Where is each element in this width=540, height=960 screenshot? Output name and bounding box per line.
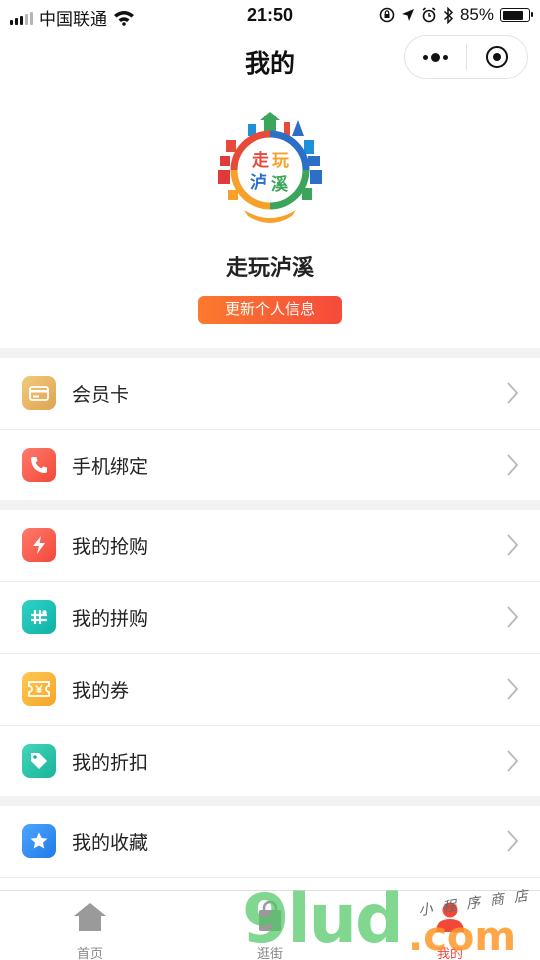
status-bar: 中国联通 21:50 85%	[0, 0, 540, 30]
svg-text:泸: 泸	[250, 173, 267, 193]
shopping-bag-icon	[259, 901, 281, 931]
profile-name: 走玩泸溪	[225, 255, 314, 280]
orientation-lock-icon	[379, 7, 395, 23]
tab-mine[interactable]: 我的	[360, 891, 540, 960]
close-miniprogram-button[interactable]	[467, 36, 528, 78]
battery-icon	[500, 8, 533, 22]
menu-item-phone-binding[interactable]: 手机绑定	[0, 430, 540, 501]
menu-item-label: 我的拼购	[72, 609, 149, 630]
tab-label: 首页	[76, 946, 103, 960]
more-button[interactable]	[405, 36, 466, 78]
card-icon	[22, 376, 56, 410]
user-icon	[436, 902, 464, 932]
menu-item-favorites[interactable]: 我的收藏	[0, 806, 540, 877]
location-icon	[401, 9, 414, 21]
section-gap	[0, 796, 540, 806]
svg-text:溪: 溪	[271, 175, 289, 195]
menu-item-label: 我的折扣	[72, 753, 149, 774]
section-gap	[0, 500, 540, 510]
bluetooth-icon	[443, 6, 454, 24]
menu-item-group-buy[interactable]: 我的拼购	[0, 582, 540, 653]
chevron-right-icon	[507, 678, 518, 700]
chevron-right-icon	[507, 454, 518, 476]
alarm-icon	[422, 7, 436, 23]
star-icon	[22, 824, 56, 858]
group-buy-icon	[22, 600, 56, 634]
tag-icon	[22, 744, 56, 778]
section-gap	[0, 348, 540, 358]
menu-item-label: 我的券	[72, 681, 130, 702]
tab-shopping[interactable]: 逛街	[180, 891, 360, 960]
tab-label: 我的	[436, 946, 463, 960]
update-profile-button[interactable]: 更新个人信息	[198, 296, 342, 324]
profile-section: 走 玩 泸 溪 走玩泸溪 更新个人信息	[0, 90, 540, 348]
menu-item-coupons[interactable]: 我的券	[0, 654, 540, 725]
mine-page: 中国联通 21:50 85% 我的 走 玩 泸 溪 走玩泸溪 更新个人信息 会员…	[0, 0, 540, 960]
more-icon	[422, 52, 448, 62]
chevron-right-icon	[507, 750, 518, 772]
chevron-right-icon	[507, 534, 518, 556]
menu-item-label: 我的抢购	[72, 537, 149, 558]
menu-item-member-card[interactable]: 会员卡	[0, 358, 540, 429]
tab-home[interactable]: 首页	[0, 891, 180, 960]
chevron-right-icon	[507, 606, 518, 628]
flash-icon	[22, 528, 56, 562]
tab-bar: 首页 逛街 我的	[0, 890, 540, 960]
phone-icon	[22, 448, 56, 482]
svg-text:玩: 玩	[272, 151, 289, 171]
home-icon	[74, 903, 106, 931]
battery-percent: 85%	[459, 5, 494, 24]
coupon-icon	[22, 672, 56, 706]
chevron-right-icon	[507, 830, 518, 852]
miniprogram-capsule	[404, 35, 528, 79]
menu-item-label: 手机绑定	[72, 457, 149, 478]
menu-item-label: 会员卡	[72, 385, 130, 406]
menu-item-label: 我的收藏	[72, 833, 149, 854]
svg-text:走: 走	[252, 150, 269, 171]
menu-item-flash-sale[interactable]: 我的抢购	[0, 510, 540, 581]
app-logo: 走 玩 泸 溪	[218, 112, 322, 223]
chevron-right-icon	[507, 382, 518, 404]
menu-item-discounts[interactable]: 我的折扣	[0, 726, 540, 797]
tab-label: 逛街	[256, 946, 283, 960]
close-miniprogram-icon	[485, 46, 508, 68]
nav-bar: 我的	[0, 30, 540, 90]
